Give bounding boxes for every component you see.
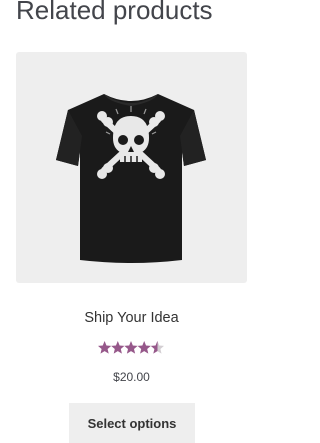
star-icon xyxy=(150,341,164,354)
related-products-section: Related products Ship Your Idea $20.00 S… xyxy=(0,0,264,443)
product-price: $20.00 xyxy=(113,370,150,384)
product-card: Ship Your Idea $20.00 Select options xyxy=(16,52,247,443)
select-options-button[interactable]: Select options xyxy=(69,403,195,443)
star-rating xyxy=(98,341,164,354)
star-icon xyxy=(98,341,112,354)
section-title: Related products xyxy=(16,0,213,25)
product-image-link[interactable] xyxy=(16,52,247,283)
star-icon xyxy=(137,341,151,354)
star-icon xyxy=(124,341,138,354)
star-icon xyxy=(111,341,125,354)
tshirt-skull-icon xyxy=(56,94,206,263)
product-title-link[interactable]: Ship Your Idea xyxy=(16,310,247,326)
